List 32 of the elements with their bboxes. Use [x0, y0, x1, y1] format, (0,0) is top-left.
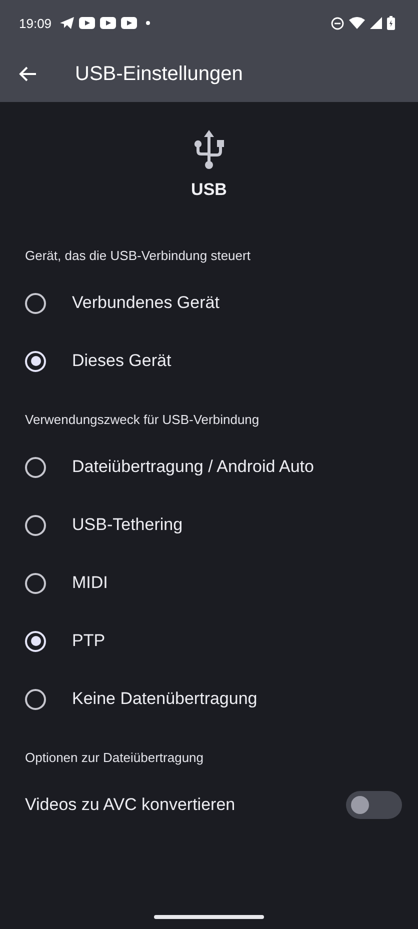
page-title: USB-Einstellungen: [75, 62, 243, 86]
battery-charging-icon: [387, 16, 395, 30]
setting-label: Videos zu AVC konvertieren: [25, 795, 236, 815]
option-label: Verbundenes Gerät: [72, 293, 220, 313]
section-header: Gerät, das die USB-Verbindung steuert: [24, 247, 252, 265]
option-label: Keine Datenübertragung: [72, 689, 258, 709]
radio-button[interactable]: [25, 514, 46, 536]
radio-button[interactable]: [25, 630, 46, 652]
wifi-icon: [349, 17, 365, 29]
usb-label: USB: [191, 180, 227, 200]
video-play-icon: [120, 17, 137, 29]
radio-button[interactable]: [25, 456, 46, 478]
radio-button[interactable]: [25, 350, 46, 372]
usb-icon: [193, 130, 225, 170]
option-label: PTP: [72, 631, 106, 651]
dot-icon: [146, 21, 150, 25]
radio-button[interactable]: [25, 292, 46, 314]
section-header: Optionen zur Dateiübertragung: [24, 749, 205, 767]
signal-icon: [370, 17, 382, 29]
status-time: 19:09: [19, 16, 52, 30]
radio-button[interactable]: [25, 572, 46, 594]
video-play-icon: [78, 17, 95, 29]
option-label: USB-Tethering: [72, 515, 183, 535]
video-play-icon: [100, 17, 116, 29]
option-label: Dateiübertragung / Android Auto: [72, 457, 314, 477]
toggle-switch[interactable]: [346, 791, 402, 819]
option-label: Dieses Gerät: [72, 351, 172, 371]
section-header: Verwendungszweck für USB-Verbindung: [24, 411, 260, 429]
paper-plane-icon: [60, 17, 74, 29]
do-not-disturb-icon: [331, 16, 344, 30]
option-label: MIDI: [72, 573, 108, 593]
radio-button[interactable]: [25, 688, 46, 710]
